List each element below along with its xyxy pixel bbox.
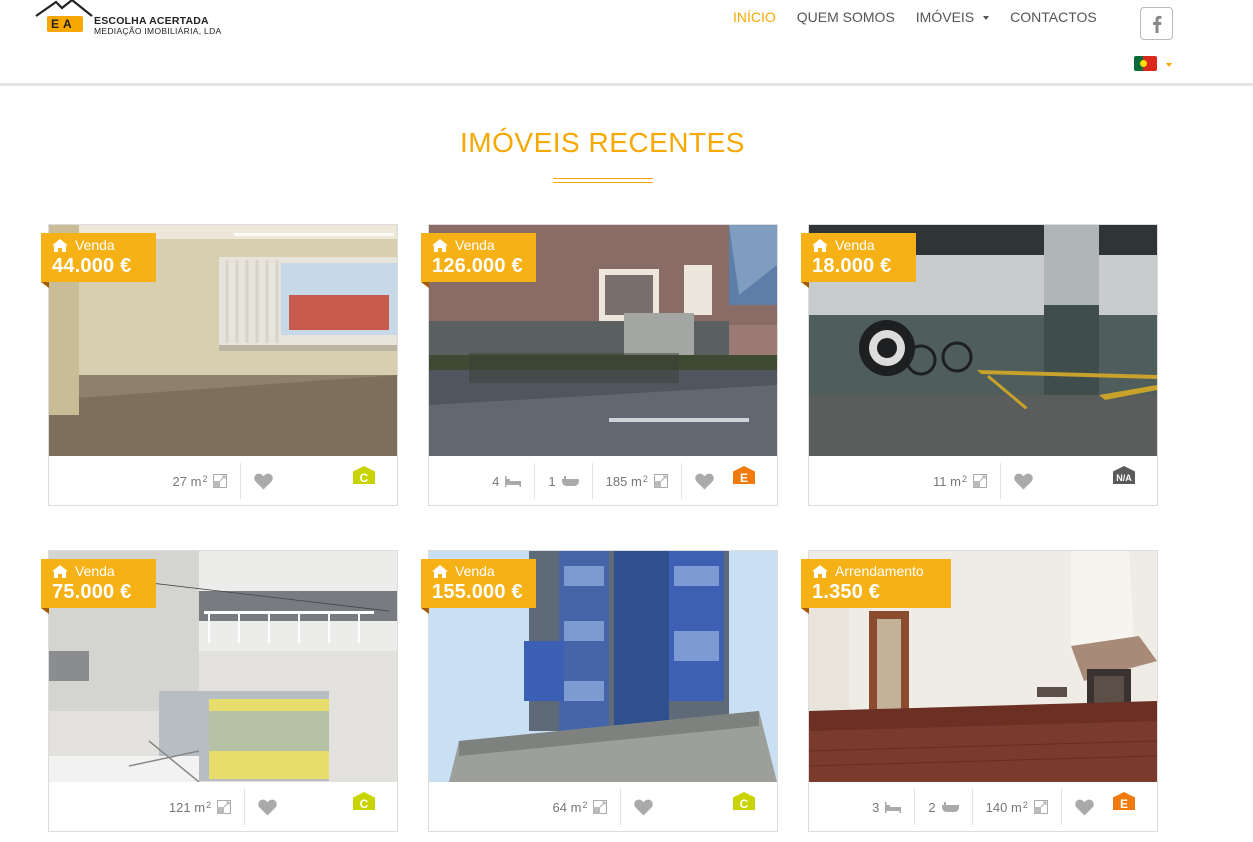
favorite-button[interactable] xyxy=(241,463,286,499)
bedrooms-info: 4 xyxy=(479,463,536,499)
listing-type: Venda xyxy=(455,563,495,579)
language-selector[interactable] xyxy=(1134,56,1172,71)
listing-type: Arrendamento xyxy=(835,563,924,579)
area-icon xyxy=(213,474,228,488)
area-info: 185 m2 xyxy=(593,463,682,499)
home-icon xyxy=(812,238,828,252)
nav-imoveis[interactable]: IMÓVEIS xyxy=(916,9,990,25)
favorite-button[interactable] xyxy=(621,789,666,825)
favorite-button[interactable] xyxy=(1062,789,1107,825)
listing-meta: 121 m2 xyxy=(49,782,397,832)
listing-card[interactable]: Venda 155.000 € C 64 m2 xyxy=(421,550,778,832)
home-icon xyxy=(812,564,828,578)
listing-type: Venda xyxy=(455,237,495,253)
listing-type: Venda xyxy=(835,237,875,253)
listing-card[interactable]: Venda 18.000 € N/A 11 m2 xyxy=(801,224,1158,506)
listing-card[interactable]: Arrendamento 1.350 € E 3 2 140 m2 xyxy=(801,550,1158,832)
listing-meta: 3 2 140 m2 xyxy=(809,782,1157,832)
bathrooms-info: 1 xyxy=(535,463,593,499)
chevron-down-icon xyxy=(1166,62,1172,67)
listing-type: Venda xyxy=(75,237,115,253)
favorite-button[interactable] xyxy=(245,789,290,825)
listing-ribbon: Venda 18.000 € xyxy=(801,233,916,288)
bath-icon xyxy=(941,801,959,812)
bed-icon xyxy=(505,475,522,487)
area-icon xyxy=(653,474,668,488)
logo-initials: EA xyxy=(51,17,76,31)
bath-icon xyxy=(561,475,579,486)
area-icon xyxy=(972,474,987,488)
listing-price: 155.000 € xyxy=(432,581,523,603)
nav-quem-somos[interactable]: QUEM SOMOS xyxy=(797,9,895,25)
home-icon xyxy=(432,238,448,252)
area-icon xyxy=(217,800,232,814)
nav-contactos[interactable]: CONTACTOS xyxy=(1010,9,1097,25)
listing-card[interactable]: Venda 126.000 € E 4 1 185 m2 xyxy=(421,224,778,506)
listing-meta: 11 m2 xyxy=(809,456,1157,506)
listing-ribbon: Venda 44.000 € xyxy=(41,233,156,288)
bed-icon xyxy=(885,801,902,813)
area-info: 64 m2 xyxy=(540,789,622,825)
heart-icon xyxy=(258,799,277,815)
listing-ribbon: Arrendamento 1.350 € xyxy=(801,559,951,614)
favorite-button[interactable] xyxy=(1001,463,1046,499)
company-logo[interactable]: ESCOLHA ACERTADA MEDIAÇÃO IMOBILIÁRIA, L… xyxy=(34,0,234,40)
heart-icon xyxy=(634,799,654,815)
listing-card[interactable]: Venda 75.000 € C 121 m2 xyxy=(41,550,398,832)
bathrooms-info: 2 xyxy=(915,789,973,825)
home-icon xyxy=(52,564,68,578)
listing-type: Venda xyxy=(75,563,115,579)
favorite-button[interactable] xyxy=(682,463,727,499)
listing-card[interactable]: Venda 44.000 € C 27 m2 xyxy=(41,224,398,506)
listing-ribbon: Venda 75.000 € xyxy=(41,559,156,614)
section-title: IMÓVEIS RECENTES xyxy=(460,127,745,158)
chevron-down-icon xyxy=(983,16,990,20)
listing-price: 18.000 € xyxy=(812,255,892,277)
heart-icon xyxy=(695,473,714,489)
site-header: ESCOLHA ACERTADA MEDIAÇÃO IMOBILIÁRIA, L… xyxy=(0,0,1253,86)
listing-meta: 64 m2 xyxy=(429,782,777,832)
listing-meta: 4 1 185 m2 xyxy=(429,456,777,506)
listing-price: 75.000 € xyxy=(52,581,132,603)
area-icon xyxy=(593,800,608,814)
main-nav: INÍCIO QUEM SOMOS IMÓVEIS CONTACTOS xyxy=(733,9,1118,25)
home-icon xyxy=(52,238,68,252)
portugal-flag-icon xyxy=(1134,56,1157,71)
area-icon xyxy=(1033,800,1048,814)
area-info: 27 m2 xyxy=(160,463,242,499)
nav-inicio[interactable]: INÍCIO xyxy=(733,9,776,25)
listing-price: 1.350 € xyxy=(812,581,881,603)
logo-subtitle: MEDIAÇÃO IMOBILIÁRIA, LDA xyxy=(94,26,222,36)
area-info: 140 m2 xyxy=(973,789,1062,825)
heart-icon xyxy=(254,473,274,489)
listing-meta: 27 m2 xyxy=(49,456,397,506)
heart-icon xyxy=(1075,799,1094,815)
listing-ribbon: Venda 155.000 € xyxy=(421,559,536,614)
listing-price: 44.000 € xyxy=(52,255,132,277)
facebook-button[interactable] xyxy=(1140,7,1173,40)
home-icon xyxy=(432,564,448,578)
area-info: 11 m2 xyxy=(920,463,1001,499)
title-divider xyxy=(553,178,653,183)
listing-price: 126.000 € xyxy=(432,255,523,277)
area-info: 121 m2 xyxy=(156,789,246,825)
bedrooms-info: 3 xyxy=(859,789,916,825)
listing-ribbon: Venda 126.000 € xyxy=(421,233,536,288)
facebook-icon xyxy=(1152,15,1161,33)
heart-icon xyxy=(1014,473,1033,489)
